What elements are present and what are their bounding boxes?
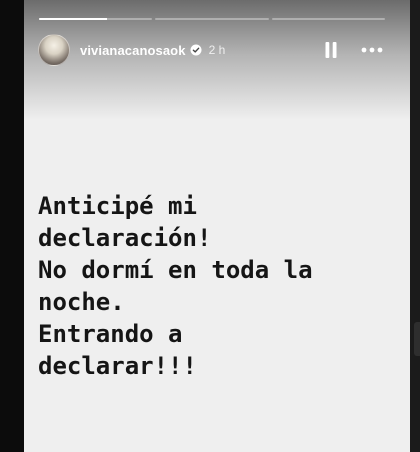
progress-segment-1 [39, 18, 153, 20]
username[interactable]: vivianacanosaok [80, 43, 186, 58]
progress-segment-2 [155, 18, 269, 20]
pause-icon [325, 42, 337, 58]
progress-segment-3 [271, 18, 385, 20]
right-edge-panel [410, 0, 420, 452]
story-viewer[interactable]: vivianacanosaok 2 h Anticipé mi declarac… [24, 0, 410, 452]
avatar[interactable] [38, 34, 70, 66]
pause-button[interactable] [320, 38, 342, 62]
story-text: Anticipé mi declaración! No dormí en tod… [38, 192, 313, 380]
story-progress-bar [39, 18, 385, 20]
more-options-button[interactable] [360, 38, 384, 62]
verified-badge-icon [190, 44, 202, 56]
more-horizontal-icon [361, 47, 383, 53]
next-story-handle[interactable] [414, 322, 420, 356]
post-time: 2 h [208, 43, 226, 57]
story-header: vivianacanosaok 2 h [38, 34, 388, 66]
progress-fill [39, 18, 107, 20]
